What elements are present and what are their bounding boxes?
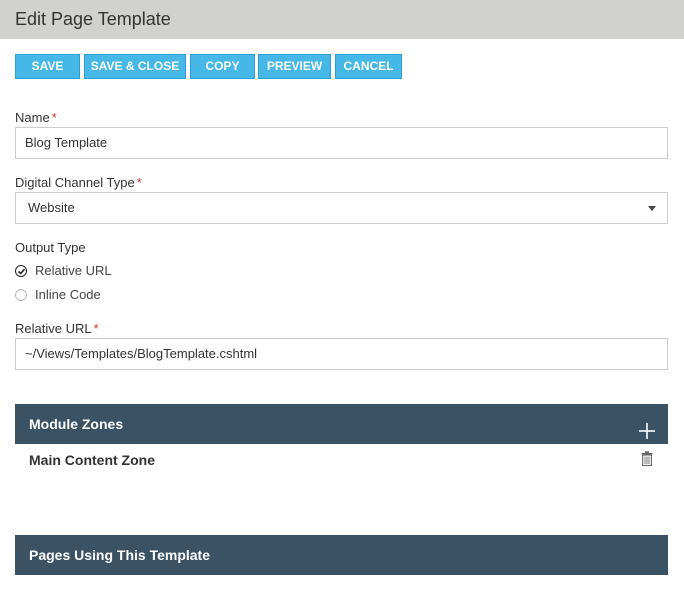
radio-checked-icon (15, 265, 27, 277)
required-mark: * (51, 110, 57, 125)
zone-name: Main Content Zone (29, 452, 155, 468)
radio-label: Relative URL (35, 263, 112, 278)
relative-url-label: Relative URL * (15, 321, 99, 336)
pages-using-header[interactable]: Pages Using This Template (15, 535, 668, 575)
output-type-label: Output Type (15, 240, 86, 255)
module-zones-title: Module Zones (29, 416, 124, 432)
required-mark: * (93, 321, 99, 336)
required-mark: * (136, 175, 142, 190)
list-item: Main Content Zone (15, 444, 668, 476)
relative-url-field[interactable]: ~/Views/Templates/BlogTemplate.cshtml (15, 338, 668, 370)
preview-button[interactable]: PREVIEW (258, 54, 331, 79)
radio-label: Inline Code (35, 287, 101, 302)
caret-down-icon (648, 206, 656, 211)
save-close-button[interactable]: SAVE & CLOSE (84, 54, 186, 79)
page-title: Edit Page Template (0, 0, 684, 39)
radio-unchecked-icon (15, 289, 27, 301)
trash-icon[interactable] (641, 451, 653, 467)
pages-using-title: Pages Using This Template (29, 547, 211, 563)
cancel-button[interactable]: CANCEL (335, 54, 402, 79)
relative-url-label-text: Relative URL (15, 321, 92, 336)
name-label-text: Name (15, 110, 50, 125)
plus-icon[interactable] (638, 415, 656, 439)
copy-button[interactable]: COPY (190, 54, 255, 79)
channel-type-label: Digital Channel Type * (15, 175, 142, 190)
name-label: Name * (15, 110, 57, 125)
channel-type-select[interactable]: Website (15, 192, 668, 224)
module-zones-header: Module Zones (15, 404, 668, 444)
channel-type-value: Website (28, 200, 75, 215)
channel-type-label-text: Digital Channel Type (15, 175, 135, 190)
save-button[interactable]: SAVE (15, 54, 80, 79)
name-field[interactable]: Blog Template (15, 127, 668, 159)
